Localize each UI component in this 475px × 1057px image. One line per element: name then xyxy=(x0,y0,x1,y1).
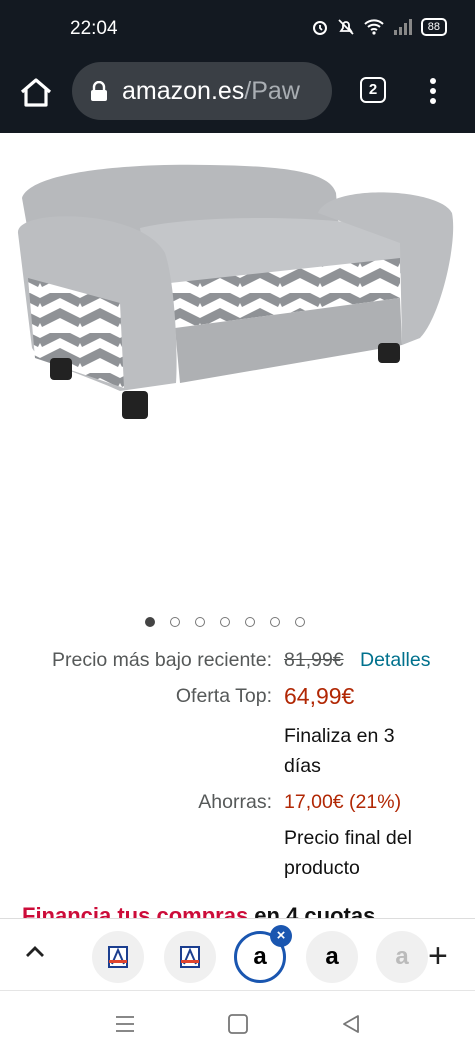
address-bar[interactable]: amazon.es/Paw xyxy=(72,62,332,120)
back-nav-icon[interactable] xyxy=(340,1013,362,1035)
tab-thumbnail-amazon[interactable]: a xyxy=(306,931,358,983)
carousel-dot[interactable] xyxy=(145,617,155,627)
tab-thumbnail-amazon[interactable]: a xyxy=(376,931,428,983)
recents-icon[interactable] xyxy=(114,1013,136,1035)
browser-toolbar: amazon.es/Paw 2 xyxy=(0,60,475,133)
battery-indicator: 88 xyxy=(420,18,447,36)
more-menu-icon[interactable] xyxy=(424,76,442,106)
offer-label: Oferta Top: xyxy=(175,685,272,707)
final-price-line2: producto xyxy=(284,857,360,879)
chevron-up-icon[interactable] xyxy=(24,941,46,963)
home-icon[interactable] xyxy=(18,75,54,111)
carousel-dot[interactable] xyxy=(220,617,230,627)
carousel-dot[interactable] xyxy=(295,617,305,627)
lock-icon xyxy=(91,81,107,101)
wifi-icon xyxy=(364,19,384,35)
signal-icon xyxy=(393,19,412,35)
image-carousel-dots[interactable] xyxy=(145,617,305,627)
offer-price: 64,99€ xyxy=(284,683,355,709)
product-image[interactable] xyxy=(0,133,475,603)
offer-ends-line2: días xyxy=(284,755,321,777)
aldi-logo-icon xyxy=(180,946,200,968)
status-time: 22:04 xyxy=(70,18,118,39)
carousel-dot[interactable] xyxy=(270,617,280,627)
lowest-price-value: 81,99€ xyxy=(284,649,344,671)
amazon-logo-icon: a xyxy=(325,943,339,970)
alarm-icon xyxy=(312,21,327,35)
tab-switcher-button[interactable]: 2 xyxy=(360,77,386,103)
url-text: amazon.es/Paw xyxy=(122,77,322,106)
status-bar: 22:04 88 xyxy=(0,0,475,60)
mute-icon xyxy=(338,19,354,35)
offer-ends-line1: Finaliza en 3 xyxy=(284,725,395,747)
savings-label: Ahorras: xyxy=(198,791,272,813)
url-domain: amazon.es xyxy=(122,76,245,105)
new-tab-button[interactable]: + xyxy=(428,937,448,976)
status-icons: 88 xyxy=(311,18,447,36)
details-link[interactable]: Detalles xyxy=(360,649,430,672)
savings-value: 17,00€ (21%) xyxy=(284,791,402,813)
home-nav-icon[interactable] xyxy=(227,1013,249,1035)
aldi-logo-icon xyxy=(108,946,128,968)
system-navigation-bar xyxy=(0,990,475,1057)
lowest-price-label: Precio más bajo reciente: xyxy=(51,649,272,671)
final-price-line1: Precio final del xyxy=(284,827,412,849)
tab-thumbnail-aldi[interactable] xyxy=(92,931,144,983)
carousel-dot[interactable] xyxy=(245,617,255,627)
tab-thumbnail-aldi[interactable] xyxy=(164,931,216,983)
carousel-dot[interactable] xyxy=(195,617,205,627)
carousel-dot[interactable] xyxy=(170,617,180,627)
amazon-logo-icon: a xyxy=(253,943,267,970)
tab-strip: a × a a + xyxy=(0,918,475,991)
close-tab-button[interactable]: × xyxy=(270,925,292,947)
url-path: /Paw xyxy=(244,76,300,105)
amazon-logo-icon: a xyxy=(395,943,409,970)
